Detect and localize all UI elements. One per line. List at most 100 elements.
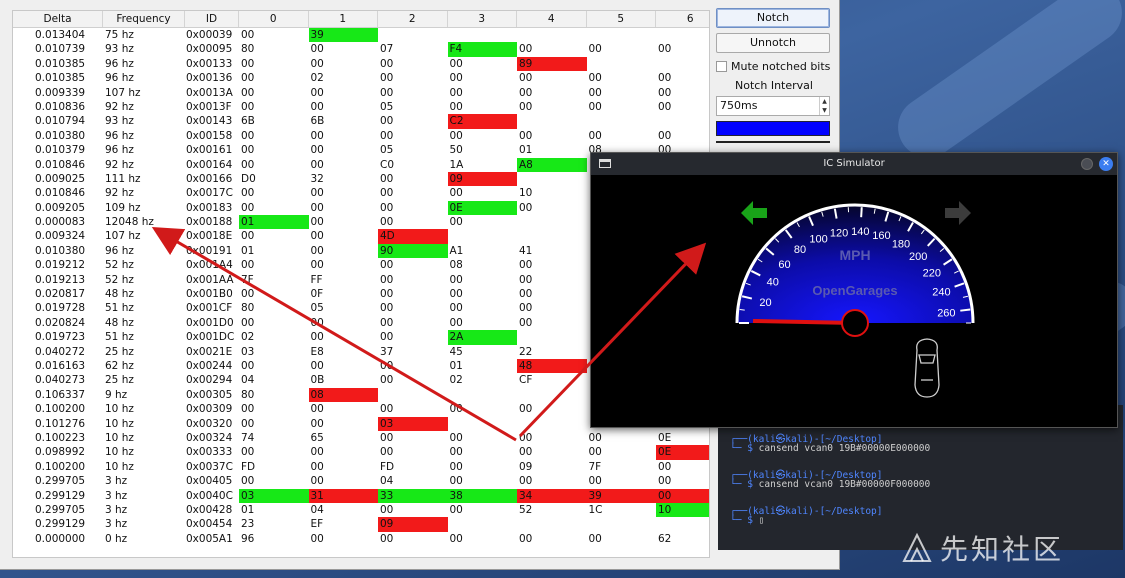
byte-cell: 10 bbox=[656, 502, 709, 518]
column-header[interactable]: Frequency bbox=[103, 11, 185, 27]
delta-cell: 0.040272 bbox=[35, 345, 86, 358]
frequency-cell: 96 hz bbox=[105, 129, 134, 142]
byte-cell bbox=[656, 57, 709, 71]
frequency-cell: 96 hz bbox=[105, 144, 134, 157]
watermark-text: 先知社区 bbox=[940, 533, 1065, 566]
frequency-cell: 107 hz bbox=[105, 230, 141, 243]
delta-cell: 0.299129 bbox=[35, 489, 86, 502]
mute-notched-label: Mute notched bits bbox=[731, 59, 831, 73]
column-header[interactable]: 4 bbox=[517, 11, 587, 27]
prompt-dollar: $ bbox=[747, 443, 753, 454]
byte-cell: 00 bbox=[380, 403, 394, 416]
byte-cell: EF bbox=[310, 518, 324, 531]
frequency-cell: 92 hz bbox=[105, 158, 134, 171]
frequency-cell: 92 hz bbox=[105, 100, 134, 113]
byte-cell bbox=[517, 517, 587, 531]
byte-cell: 00 bbox=[241, 187, 255, 200]
close-icon[interactable]: ✕ bbox=[1099, 157, 1113, 171]
column-header[interactable]: 2 bbox=[378, 11, 448, 27]
delta-cell: 0.100200 bbox=[35, 460, 86, 473]
byte-cell: 00 bbox=[241, 403, 255, 416]
table-row[interactable]: 0.098992 10 hz 0x00333 00 00 00 00 00 00 0E bbox=[13, 445, 709, 460]
table-row[interactable]: 0.009339 107 hz 0x0013A 00 00 00 00 00 00 00 bbox=[13, 86, 709, 100]
mute-notched-bits-option[interactable]: Mute notched bits bbox=[716, 58, 832, 74]
byte-cell: 00 bbox=[519, 288, 533, 301]
tick-label: 100 bbox=[809, 234, 827, 246]
byte-cell: 00 bbox=[310, 244, 324, 257]
mute-notched-checkbox[interactable] bbox=[716, 60, 727, 72]
column-header[interactable]: 6 bbox=[656, 11, 709, 27]
frequency-cell: 3 hz bbox=[105, 475, 128, 488]
prompt-dollar: $ bbox=[747, 515, 753, 526]
byte-cell: E8 bbox=[310, 345, 324, 358]
terminal-command-line[interactable]: └─ $ cansend vcan0 19B#00000F000000 bbox=[730, 479, 930, 490]
column-header[interactable]: 5 bbox=[587, 11, 656, 27]
delta-cell: 0.016163 bbox=[35, 359, 86, 372]
table-row[interactable]: 0.100223 10 hz 0x00324 74 65 00 00 00 00 0E bbox=[13, 431, 709, 445]
byte-cell: 00 bbox=[380, 532, 394, 545]
byte-cell: 48 bbox=[517, 358, 587, 374]
delta-cell: 0.009025 bbox=[35, 172, 86, 185]
column-header[interactable]: Delta bbox=[13, 11, 103, 27]
byte-cell bbox=[378, 388, 448, 402]
byte-cell bbox=[587, 517, 657, 531]
prompt-dollar: $ bbox=[747, 479, 753, 490]
byte-cell: 00 bbox=[588, 532, 602, 545]
table-row[interactable]: 0.010836 92 hz 0x0013F 00 00 05 00 00 00 00 bbox=[13, 100, 709, 114]
table-row[interactable]: 0.010380 96 hz 0x00158 00 00 00 00 00 00 00 bbox=[13, 129, 709, 143]
byte-cell: 00 bbox=[588, 72, 602, 85]
column-header[interactable]: 1 bbox=[309, 11, 378, 27]
frequency-cell: 93 hz bbox=[105, 43, 134, 56]
table-row[interactable]: 0.010385 96 hz 0x00133 00 00 00 00 89 bbox=[13, 56, 709, 72]
color-swatch-bar[interactable] bbox=[716, 121, 830, 136]
byte-cell: 80 bbox=[241, 43, 255, 56]
byte-cell: 08 bbox=[308, 387, 378, 403]
table-row[interactable]: 0.010385 96 hz 0x00136 00 02 00 00 00 00 00 bbox=[13, 71, 709, 85]
column-header[interactable]: 0 bbox=[239, 11, 309, 27]
ic-titlebar[interactable]: IC Simulator ✕ bbox=[591, 153, 1117, 175]
id-cell: 0x00188 bbox=[186, 216, 233, 229]
table-row[interactable]: 0.299129 3 hz 0x0040C 03 31 33 38 34 39 00 bbox=[13, 488, 709, 503]
minimize-button[interactable] bbox=[1081, 158, 1093, 170]
table-row[interactable]: 0.100200 10 hz 0x0037C FD 00 FD 00 09 7F 00 bbox=[13, 460, 709, 474]
delta-cell: 0.019212 bbox=[35, 259, 86, 272]
tick-mark bbox=[739, 309, 745, 311]
frequency-cell: 52 hz bbox=[105, 259, 134, 272]
delta-cell: 0.010379 bbox=[35, 144, 86, 157]
byte-cell: 4D bbox=[378, 229, 448, 244]
byte-cell: 38 bbox=[447, 488, 517, 503]
spin-arrows-icon[interactable]: ▲ ▼ bbox=[819, 97, 829, 115]
terminal-command-line[interactable]: └─ $ cansend vcan0 19B#00000E000000 bbox=[730, 443, 930, 454]
byte-cell: 65 bbox=[310, 431, 324, 444]
delta-cell: 0.019213 bbox=[35, 273, 86, 286]
column-header[interactable]: 3 bbox=[448, 11, 517, 27]
table-row[interactable]: 0.299705 3 hz 0x00428 01 04 00 00 52 1C 10 bbox=[13, 502, 709, 518]
notch-interval-spinbox[interactable]: 750ms ▲ ▼ bbox=[716, 96, 830, 116]
id-cell: 0x0040C bbox=[186, 489, 233, 502]
byte-cell: FD bbox=[241, 460, 256, 473]
unnotch-button[interactable]: Unnotch bbox=[716, 33, 830, 53]
table-row[interactable]: 0.013404 75 hz 0x00039 00 39 bbox=[13, 28, 709, 43]
table-row[interactable]: 0.000000 0 hz 0x005A1 96 00 00 00 00 00 62 bbox=[13, 532, 709, 546]
delta-cell: 0.010380 bbox=[35, 244, 86, 257]
byte-cell: 00 bbox=[588, 100, 602, 113]
byte-cell: 00 bbox=[241, 288, 255, 301]
table-row[interactable]: 0.010739 93 hz 0x00095 80 00 07 F4 00 00 00 bbox=[13, 42, 709, 57]
byte-cell bbox=[587, 114, 657, 128]
column-header[interactable]: ID bbox=[185, 11, 239, 27]
byte-cell: 00 bbox=[658, 72, 672, 85]
delta-cell: 0.100200 bbox=[35, 403, 86, 416]
byte-cell: 00 bbox=[241, 29, 255, 41]
byte-cell: 00 bbox=[519, 403, 533, 416]
byte-cell: 00 bbox=[588, 446, 602, 459]
table-row[interactable]: 0.299129 3 hz 0x00454 23 EF 09 bbox=[13, 517, 709, 532]
byte-cell: 00 bbox=[241, 201, 255, 214]
table-row[interactable]: 0.010794 93 hz 0x00143 6B 6B 00 C2 bbox=[13, 114, 709, 129]
frequency-cell: 10 hz bbox=[105, 446, 134, 459]
table-row[interactable]: 0.299705 3 hz 0x00405 00 00 04 00 00 00 00 bbox=[13, 474, 709, 488]
id-cell: 0x0037C bbox=[186, 460, 233, 473]
byte-cell: 04 bbox=[241, 374, 255, 387]
byte-cell: 00 bbox=[380, 273, 394, 286]
terminal-command-line[interactable]: └─ $ ▯ bbox=[730, 515, 764, 526]
notch-button[interactable]: Notch bbox=[716, 8, 830, 28]
